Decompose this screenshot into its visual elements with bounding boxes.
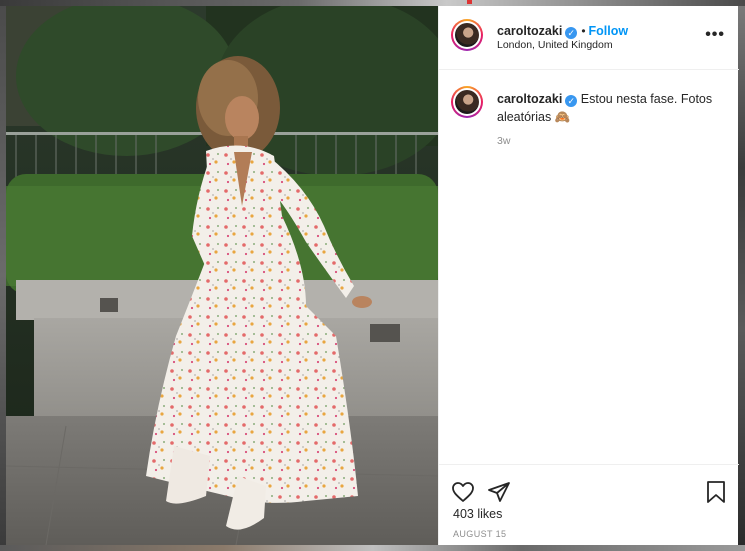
separator-dot: • (581, 24, 586, 38)
background-feed-right (738, 6, 745, 545)
follow-button[interactable]: Follow (589, 24, 629, 38)
caption-username-link[interactable]: caroltozaki (497, 92, 562, 106)
more-options-icon[interactable]: ••• (705, 27, 725, 43)
post-date[interactable]: AUGUST 15 (453, 529, 506, 539)
post-actions: 403 likes AUGUST 15 (439, 464, 739, 545)
comment-timestamp[interactable]: 3w (497, 135, 510, 147)
post-details-panel: caroltozaki ✓ • Follow London, United Kingd… (438, 6, 739, 545)
verified-badge-icon: ✓ (565, 27, 578, 39)
bookmark-icon[interactable] (705, 480, 727, 509)
photo-illustration (6, 6, 438, 545)
heart-icon[interactable] (451, 481, 475, 508)
background-notification-dot (467, 0, 472, 4)
header-user-line: caroltozaki ✓ • Follow (497, 22, 628, 40)
verified-badge-icon: ✓ (565, 95, 578, 107)
post-modal: caroltozaki ✓ • Follow London, United Kingd… (6, 6, 739, 545)
profile-avatar[interactable] (451, 19, 483, 51)
post-photo[interactable] (6, 6, 438, 545)
caption-text-block: caroltozaki ✓ Estou nesta fase. Fotos ale… (497, 90, 727, 126)
post-header: caroltozaki ✓ • Follow London, United Kingd… (439, 6, 739, 70)
location-link[interactable]: London, United Kingdom (497, 39, 613, 51)
likes-count[interactable]: 403 likes (453, 507, 502, 521)
paper-plane-icon[interactable] (487, 481, 511, 508)
username-link[interactable]: caroltozaki (497, 24, 562, 38)
background-feed-bottom (0, 545, 745, 551)
comment-avatar[interactable] (451, 86, 483, 118)
